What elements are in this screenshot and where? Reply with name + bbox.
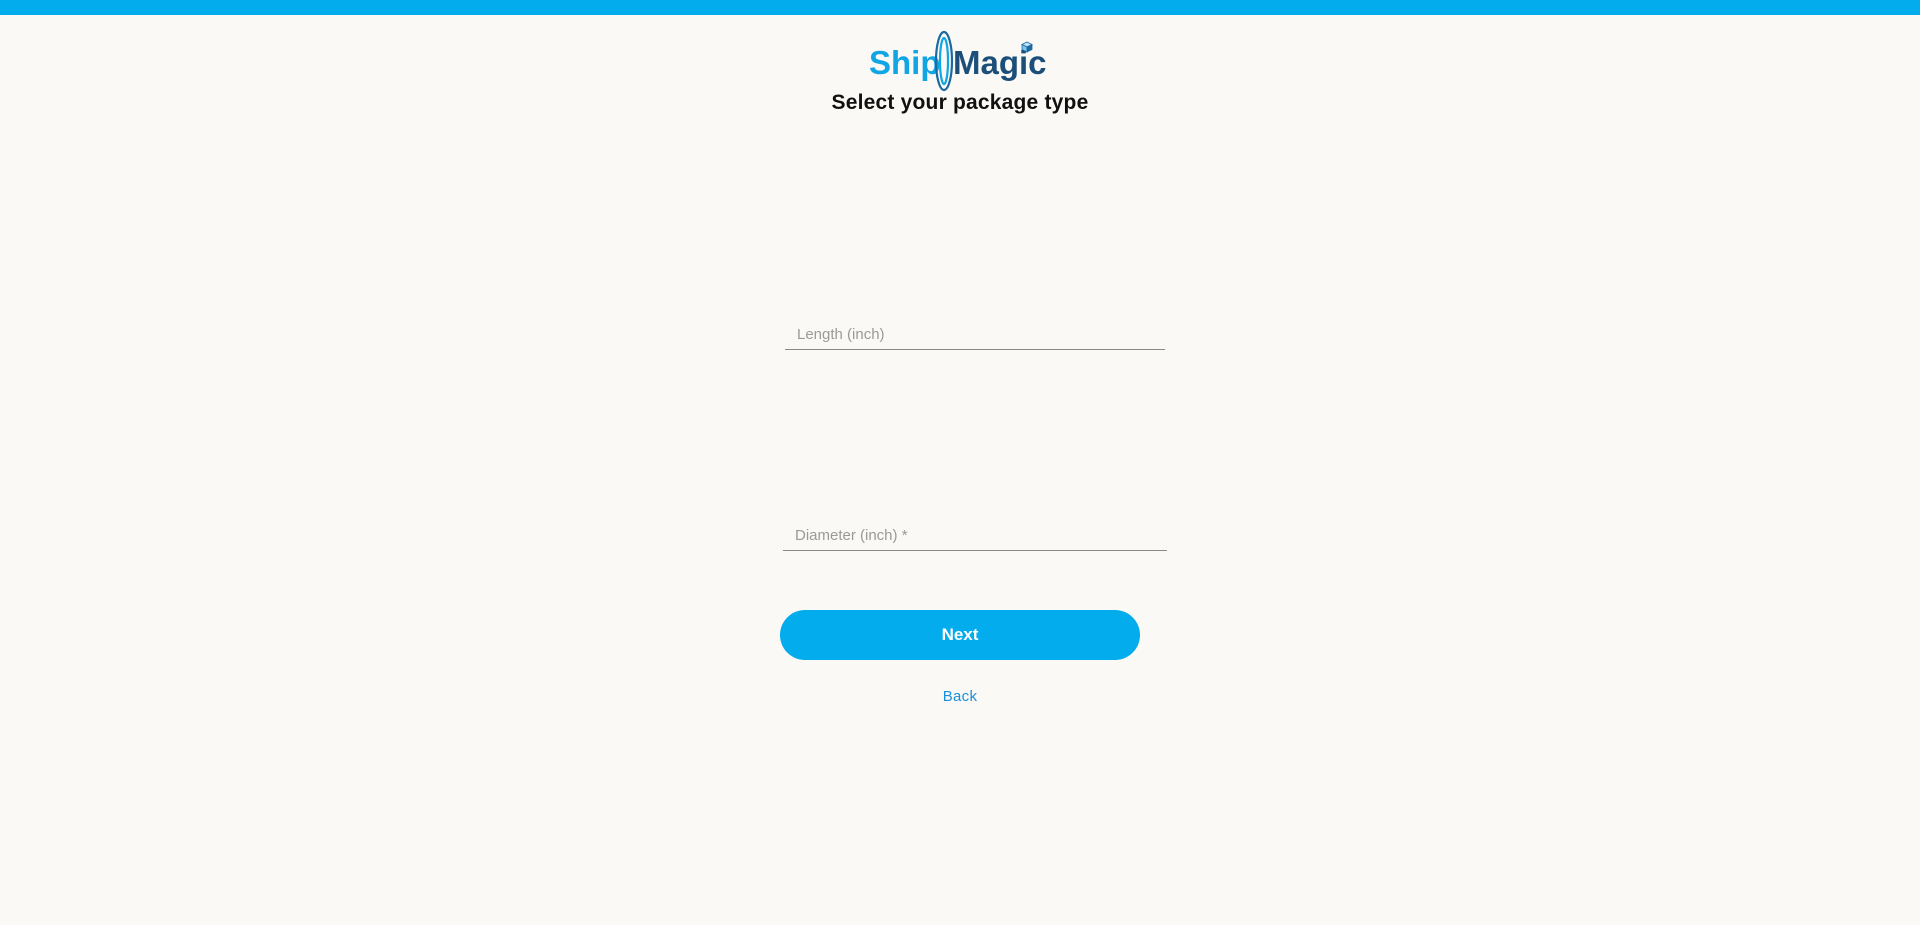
cube-icon	[1021, 41, 1033, 53]
length-input[interactable]	[785, 319, 1165, 349]
logo-text-ship: Ship	[869, 44, 941, 81]
top-accent-bar	[0, 0, 1920, 15]
back-link-container: Back	[0, 688, 1920, 705]
next-button[interactable]: Next	[780, 610, 1140, 660]
diameter-field	[783, 520, 1167, 551]
page-title: Select your package type	[831, 91, 1089, 114]
diameter-input[interactable]	[783, 520, 1167, 550]
back-link[interactable]: Back	[943, 688, 978, 705]
logo-text-magic: Magic	[953, 44, 1047, 81]
length-field	[785, 319, 1165, 350]
shipmagic-logo: Ship Magic	[869, 30, 1047, 92]
